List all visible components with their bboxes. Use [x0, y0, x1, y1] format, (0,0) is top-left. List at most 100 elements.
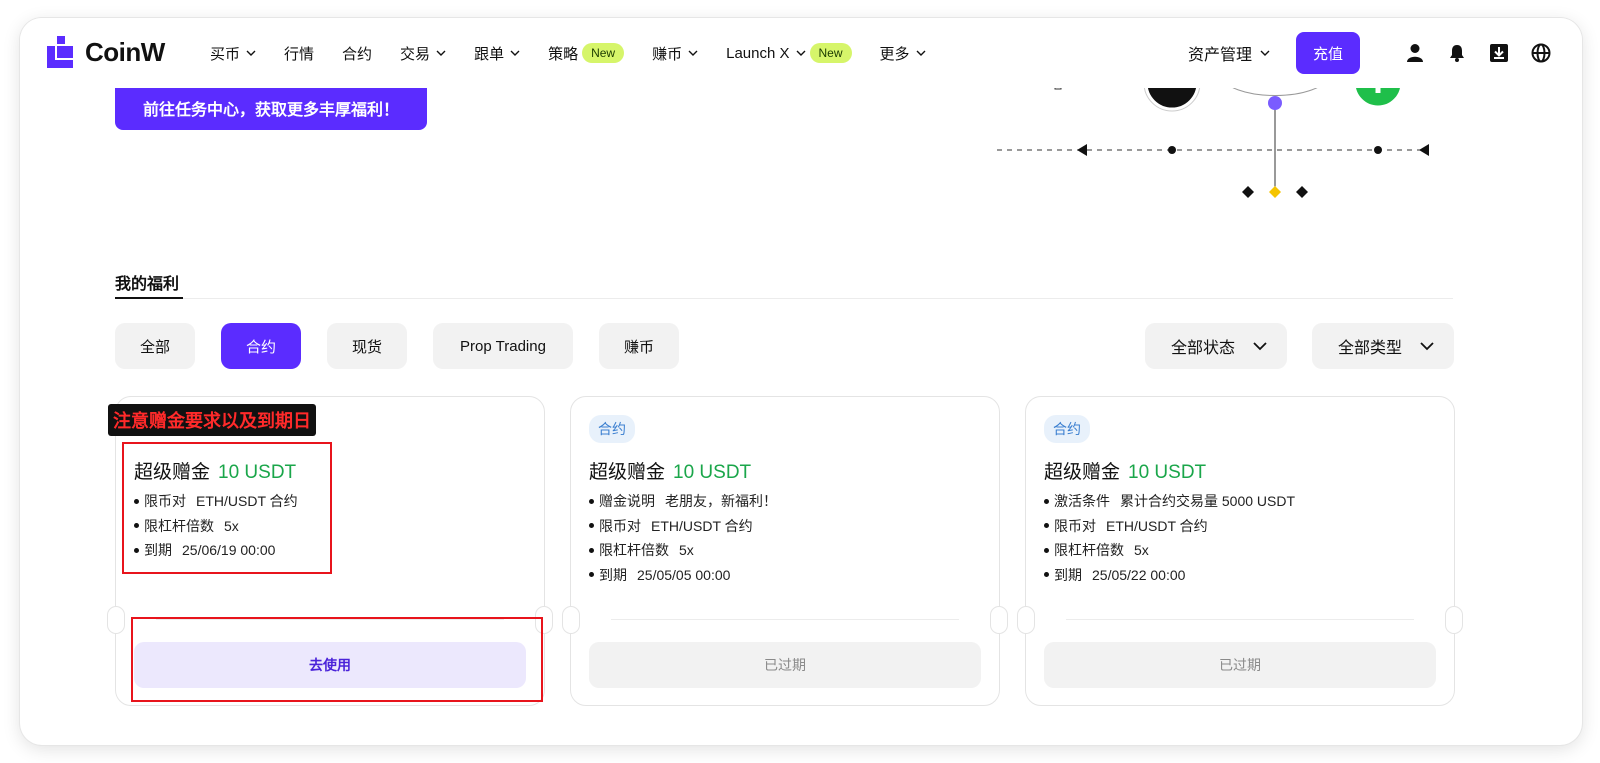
tab-underline	[115, 297, 183, 299]
asset-management-label: 资产管理	[1187, 47, 1252, 64]
condition-value: 25/05/05 00:00	[637, 566, 731, 583]
card-notch	[1445, 606, 1463, 634]
top-nav: CoinW 买币 行情 合约 交易 跟单 策略 New 赚币 Launch X …	[20, 18, 1582, 88]
condition-value: 5x	[679, 542, 694, 559]
globe-icon[interactable]	[1530, 42, 1552, 64]
menu-copy-trading[interactable]: 跟单	[474, 43, 520, 64]
type-dropdown-label: 全部类型	[1338, 340, 1403, 357]
condition-key: 限币对	[599, 517, 641, 534]
chevron-down-icon	[1420, 342, 1434, 351]
bonus-card: 合约 超级赠金 10 USDT 赠金说明 老朋友，新福利！ 限币对 ETH/USDT…	[562, 396, 1008, 706]
menu-buy-crypto[interactable]: 买币	[210, 43, 256, 64]
menu-label: 策略	[548, 45, 579, 63]
filter-futures[interactable]: 合约	[221, 323, 301, 369]
filter-all[interactable]: 全部	[115, 323, 195, 369]
condition-key: 赠金说明	[599, 493, 655, 510]
nav-right: 资产管理 充值	[1188, 18, 1552, 88]
menu-earn[interactable]: 赚币	[652, 43, 698, 64]
condition-value: 5x	[1134, 542, 1149, 559]
menu-trade[interactable]: 交易	[400, 43, 446, 64]
card-conditions: 激活条件 累计合约交易量 5000 USDT 限币对 ETH/USDT 合约 限杠杆…	[1044, 489, 1295, 587]
chevron-down-icon	[1260, 50, 1270, 56]
condition-value: ETH/USDT 合约	[1106, 517, 1208, 534]
menu-label: 合约	[342, 45, 373, 63]
section-divider	[115, 298, 1453, 299]
list-item: 限币对 ETH/USDT 合约	[589, 514, 777, 539]
expired-button[interactable]: 已过期	[589, 642, 981, 688]
main-menu: 买币 行情 合约 交易 跟单 策略 New 赚币 Launch X New 更多	[210, 18, 954, 88]
chevron-down-icon	[246, 50, 256, 56]
card-notch	[107, 606, 125, 634]
card-notch	[1017, 606, 1035, 634]
card-title: 超级赠金 10 USDT	[1044, 457, 1206, 484]
menu-label: 赚币	[652, 45, 683, 63]
banner-illustration	[997, 73, 1429, 198]
app-window: CoinW 买币 行情 合约 交易 跟单 策略 New 赚币 Launch X …	[20, 18, 1582, 745]
logo-text: CoinW	[85, 36, 165, 67]
chevron-down-icon	[916, 50, 926, 56]
new-badge: New	[582, 43, 625, 63]
menu-markets[interactable]: 行情	[284, 43, 314, 64]
filter-earn[interactable]: 赚币	[599, 323, 679, 369]
expired-button[interactable]: 已过期	[1044, 642, 1436, 688]
menu-label: 交易	[400, 45, 431, 63]
deposit-button[interactable]: 充值	[1296, 32, 1360, 74]
card-category-tag: 合约	[589, 415, 635, 443]
condition-key: 激活条件	[1054, 493, 1110, 510]
chevron-down-icon	[510, 50, 520, 56]
condition-value: 老朋友，新福利！	[665, 493, 777, 510]
chevron-down-icon	[688, 50, 698, 56]
card-conditions: 赠金说明 老朋友，新福利！ 限币对 ETH/USDT 合约 限杠杆倍数 5x 到期 25…	[589, 489, 777, 587]
list-item: 到期 25/05/22 00:00	[1044, 563, 1295, 588]
menu-more[interactable]: 更多	[880, 43, 926, 64]
condition-value: 25/05/22 00:00	[1092, 566, 1186, 583]
menu-label: 买币	[210, 45, 241, 63]
status-dropdown-label: 全部状态	[1171, 340, 1236, 357]
menu-label: 跟单	[474, 45, 505, 63]
condition-key: 到期	[1054, 566, 1082, 583]
annotation-box-conditions	[122, 442, 332, 574]
card-title-text: 超级赠金	[589, 462, 666, 483]
bonus-card: 合约 超级赠金 10 USDT 激活条件 累计合约交易量 5000 USDT 限币…	[1017, 396, 1463, 706]
condition-key: 限杠杆倍数	[1054, 542, 1124, 559]
card-category-tag: 合约	[1044, 415, 1090, 443]
chevron-down-icon	[1253, 342, 1267, 351]
menu-futures[interactable]: 合约	[342, 43, 372, 64]
card-amount: 10 USDT	[673, 462, 752, 483]
annotation-label: 注意赠金要求以及到期日	[108, 404, 316, 436]
card-amount: 10 USDT	[1128, 462, 1207, 483]
type-dropdown[interactable]: 全部类型	[1312, 323, 1454, 369]
user-icon[interactable]	[1404, 42, 1426, 64]
condition-value: ETH/USDT 合约	[651, 517, 753, 534]
coinw-logo-icon	[47, 36, 75, 68]
logo[interactable]: CoinW	[47, 36, 165, 68]
filter-spot[interactable]: 现货	[327, 323, 407, 369]
condition-value: 累计合约交易量 5000 USDT	[1120, 493, 1296, 510]
bell-icon[interactable]	[1446, 42, 1468, 64]
menu-launch-x[interactable]: Launch X New	[726, 43, 852, 63]
list-item: 限杠杆倍数 5x	[1044, 538, 1295, 563]
card-divider	[1066, 619, 1414, 620]
condition-key: 限币对	[1054, 517, 1096, 534]
category-filters: 全部 合约 现货 Prop Trading 赚币	[115, 323, 705, 369]
my-benefits-tab[interactable]: 我的福利	[115, 270, 179, 294]
list-item: 到期 25/05/05 00:00	[589, 563, 777, 588]
list-item: 激活条件 累计合约交易量 5000 USDT	[1044, 489, 1295, 514]
menu-label: 行情	[284, 45, 315, 63]
download-icon[interactable]	[1488, 42, 1510, 64]
list-item: 限币对 ETH/USDT 合约	[1044, 514, 1295, 539]
asset-management-menu[interactable]: 资产管理	[1188, 41, 1270, 65]
menu-label: Launch X	[726, 44, 790, 62]
menu-label: 更多	[879, 45, 910, 63]
status-dropdown[interactable]: 全部状态	[1145, 323, 1287, 369]
chevron-down-icon	[436, 50, 446, 56]
card-title: 超级赠金 10 USDT	[589, 457, 751, 484]
card-notch	[990, 606, 1008, 634]
condition-key: 限杠杆倍数	[599, 542, 669, 559]
menu-strategy[interactable]: 策略 New	[548, 43, 625, 64]
condition-key: 到期	[599, 566, 627, 583]
annotation-box-use-button	[131, 617, 543, 702]
card-title-text: 超级赠金	[1044, 462, 1121, 483]
filter-prop-trading[interactable]: Prop Trading	[433, 323, 573, 369]
chevron-down-icon	[796, 50, 806, 56]
